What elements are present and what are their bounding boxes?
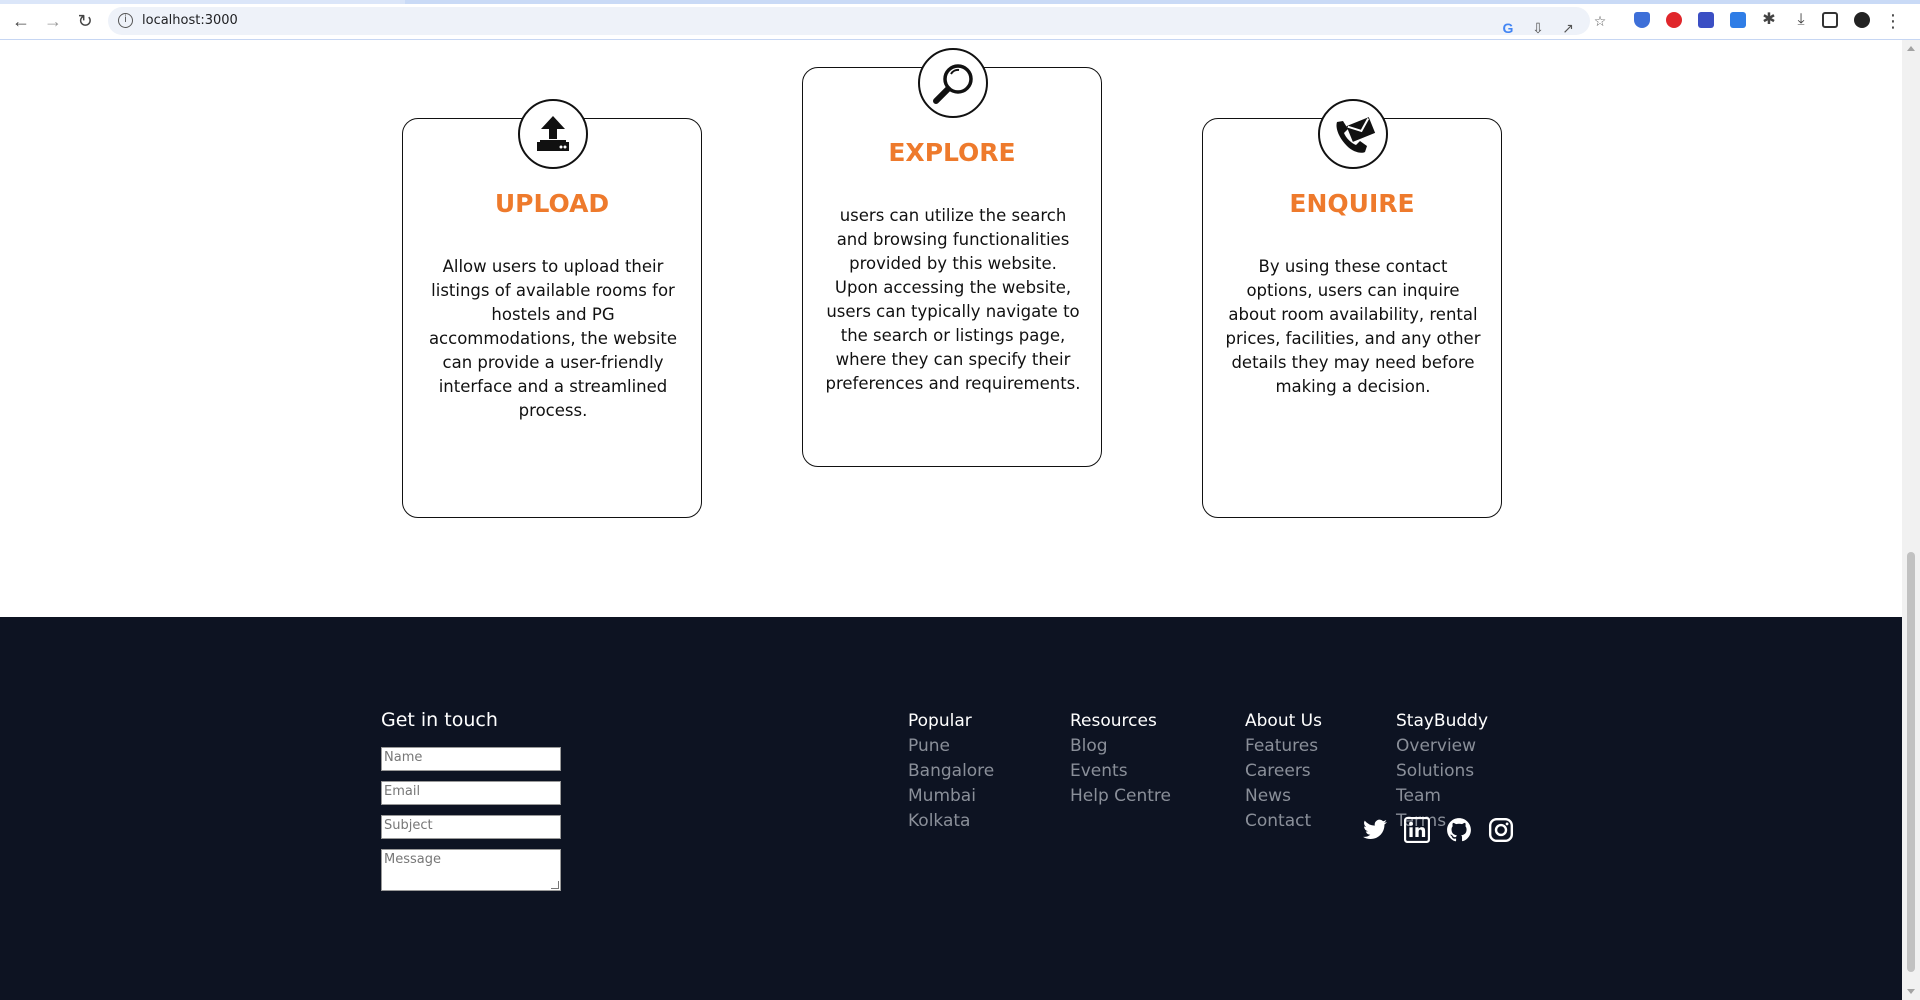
scroll-down-icon[interactable] xyxy=(1907,989,1915,994)
footer-link[interactable]: Team xyxy=(1396,784,1488,809)
footer-link[interactable]: Solutions xyxy=(1396,759,1488,784)
instagram-icon[interactable] xyxy=(1488,817,1514,843)
feature-card-explore: EXPLORE users can utilize the search and… xyxy=(802,48,1102,467)
site-info-icon[interactable]: i xyxy=(118,13,133,28)
address-bar[interactable]: i localhost:3000 G ⇩ ↗ ☆ xyxy=(108,7,1606,36)
message-field[interactable]: Message xyxy=(381,849,561,891)
footer-link[interactable]: Help Centre xyxy=(1070,784,1171,809)
scroll-up-icon[interactable] xyxy=(1907,46,1915,51)
card-description: users can utilize the search and browsin… xyxy=(825,206,1081,393)
feature-card-enquire: ENQUIRE By using these contact options, … xyxy=(1202,99,1502,518)
card-title: EXPLORE xyxy=(888,138,1016,167)
share-icon[interactable]: ↗ xyxy=(1560,20,1576,36)
footer-link[interactable]: Contact xyxy=(1245,809,1322,834)
profile-avatar-icon[interactable] xyxy=(1854,12,1870,28)
translate-extension-icon[interactable] xyxy=(1730,12,1746,28)
opera-extension-icon[interactable] xyxy=(1666,12,1682,28)
message-placeholder: Message xyxy=(384,852,441,867)
footer-link[interactable]: Blog xyxy=(1070,734,1171,759)
contact-title: Get in touch xyxy=(381,709,498,731)
footer-column-title: Popular xyxy=(908,711,972,731)
page-scrollbar[interactable] xyxy=(1902,40,1920,1000)
back-icon[interactable]: ← xyxy=(10,10,32,32)
footer-link[interactable]: Careers xyxy=(1245,759,1322,784)
footer-column-title: About Us xyxy=(1245,711,1322,731)
browser-toolbar: ← → ↻ i localhost:3000 G ⇩ ↗ ☆ ✱ ⤓ ⋮ xyxy=(0,0,1920,40)
site-footer: Get in touch Name Email Subject Message … xyxy=(0,617,1902,1000)
footer-column-resources: Resources Blog Events Help Centre xyxy=(1070,709,1171,809)
footer-link[interactable]: Overview xyxy=(1396,734,1488,759)
upload-icon xyxy=(518,99,588,169)
feature-card-upload: UPLOAD Allow users to upload their listi… xyxy=(402,99,702,518)
footer-link[interactable]: Features xyxy=(1245,734,1322,759)
card-description: By using these contact options, users ca… xyxy=(1225,257,1481,396)
tab-strip xyxy=(0,0,1920,4)
scrollbar-thumb[interactable] xyxy=(1907,552,1915,972)
card-title: UPLOAD xyxy=(494,189,610,218)
page-content: UPLOAD Allow users to upload their listi… xyxy=(0,40,1902,1000)
window-extension-icon[interactable] xyxy=(1698,12,1714,28)
resize-handle-icon[interactable] xyxy=(551,881,559,889)
email-field[interactable]: Email xyxy=(381,781,561,805)
twitter-icon[interactable] xyxy=(1362,817,1388,843)
github-icon[interactable] xyxy=(1446,817,1472,843)
footer-link[interactable]: Pune xyxy=(908,734,994,759)
footer-link[interactable]: Kolkata xyxy=(908,809,994,834)
footer-column-about-us: About Us Features Careers News Contact xyxy=(1245,709,1322,834)
bookmark-star-icon[interactable]: ☆ xyxy=(1592,13,1608,29)
footer-link[interactable]: Events xyxy=(1070,759,1171,784)
search-icon xyxy=(918,48,988,118)
name-field[interactable]: Name xyxy=(381,747,561,771)
footer-link[interactable]: Bangalore xyxy=(908,759,994,784)
extensions-puzzle-icon[interactable]: ✱ xyxy=(1758,9,1780,31)
google-icon[interactable]: G xyxy=(1500,20,1516,36)
phone-mail-icon xyxy=(1318,99,1388,169)
card-description: Allow users to upload their listings of … xyxy=(428,257,678,420)
card-title: ENQUIRE xyxy=(1289,189,1415,218)
footer-column-staybuddy: StayBuddy Overview Solutions Team Terms xyxy=(1396,709,1488,834)
linkedin-icon[interactable] xyxy=(1404,817,1430,843)
forward-icon[interactable]: → xyxy=(42,10,64,32)
footer-column-title: Resources xyxy=(1070,711,1157,731)
subject-field[interactable]: Subject xyxy=(381,815,561,839)
address-url[interactable]: localhost:3000 xyxy=(142,13,238,28)
reload-icon[interactable]: ↻ xyxy=(74,10,96,32)
footer-link[interactable]: News xyxy=(1245,784,1322,809)
footer-link[interactable]: Mumbai xyxy=(908,784,994,809)
menu-kebab-icon[interactable]: ⋮ xyxy=(1882,10,1904,32)
side-panel-icon[interactable] xyxy=(1822,12,1838,28)
install-icon[interactable]: ⇩ xyxy=(1530,20,1546,36)
shield-extension-icon[interactable] xyxy=(1634,12,1650,28)
footer-column-popular: Popular Pune Bangalore Mumbai Kolkata xyxy=(908,709,994,834)
downloads-icon[interactable]: ⤓ xyxy=(1790,9,1812,31)
footer-column-title: StayBuddy xyxy=(1396,711,1489,731)
